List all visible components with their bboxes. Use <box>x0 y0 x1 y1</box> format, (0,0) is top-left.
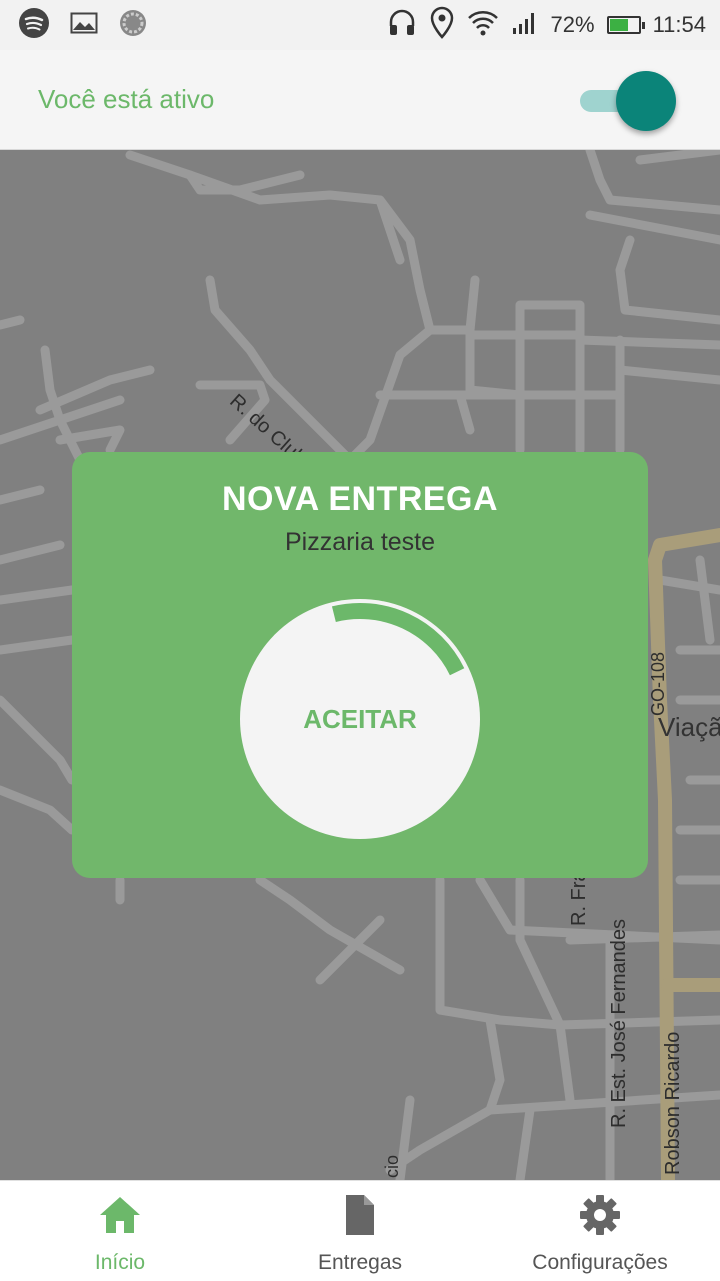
nav-label-entregas: Entregas <box>317 1251 403 1274</box>
sync-icon <box>118 8 148 43</box>
map-label-viaca: Viaçã <box>658 712 720 742</box>
battery-level <box>609 19 629 31</box>
active-toggle[interactable] <box>578 70 678 131</box>
nav-item-inicio[interactable]: Início <box>0 1181 240 1281</box>
nav-label-inicio: Início <box>94 1251 146 1274</box>
restaurant-name: Pizzaria teste <box>284 528 436 556</box>
location-icon <box>429 6 455 45</box>
wifi-icon <box>467 8 499 43</box>
battery-icon <box>606 16 645 34</box>
status-bar: 72% 11:54 <box>0 0 720 50</box>
active-status-bar: Você está ativo <box>0 50 720 150</box>
nav-label-configuracoes: Configurações <box>532 1251 668 1274</box>
clock: 11:54 <box>652 12 706 37</box>
toggle-thumb <box>616 71 676 131</box>
home-icon <box>100 1197 140 1233</box>
new-delivery-card: NOVA ENTREGA Pizzaria teste ACEITAR <box>72 452 648 878</box>
nav-item-configuracoes[interactable]: Configurações <box>480 1181 720 1281</box>
document-icon <box>346 1195 374 1235</box>
map-label-jose-fernandes: R. Est. José Fernandes <box>608 919 630 1128</box>
map-label-fra: R. Fra <box>568 870 590 926</box>
accept-button[interactable]: ACEITAR <box>240 599 480 839</box>
battery-percent: 72% <box>550 12 595 37</box>
map-label-go108: GO-108 <box>648 651 668 716</box>
active-status-label: Você está ativo <box>38 84 215 114</box>
headphones-icon <box>387 8 417 43</box>
signal-icon <box>511 10 539 41</box>
image-icon <box>70 11 98 40</box>
gear-icon <box>580 1195 620 1235</box>
map-label-robson-ricardo: Robson Ricardo <box>662 1031 684 1175</box>
card-title: NOVA ENTREGA <box>221 480 499 518</box>
spotify-icon <box>18 7 50 44</box>
accept-label: ACEITAR <box>303 704 417 734</box>
map-label-cio: cio <box>382 1154 402 1178</box>
bottom-navigation: Início Entregas Configurações <box>0 1180 720 1280</box>
nav-item-entregas[interactable]: Entregas <box>240 1181 480 1281</box>
